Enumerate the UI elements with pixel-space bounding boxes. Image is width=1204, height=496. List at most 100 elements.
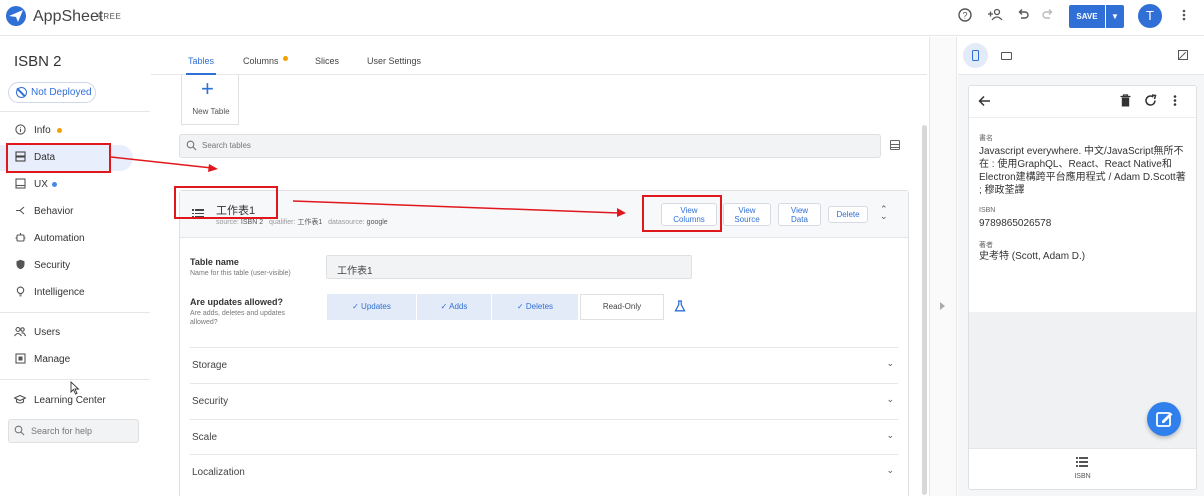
- manage-icon: [14, 353, 26, 365]
- sidebar-item-ux[interactable]: UX: [0, 172, 150, 198]
- divider: [0, 379, 150, 380]
- collapse-arrow-icon: [940, 302, 945, 310]
- scale-section[interactable]: Scale ⌄: [190, 419, 898, 454]
- sidebar-item-label: Intelligence: [34, 287, 85, 298]
- app-name: ISBN 2: [14, 53, 62, 70]
- info-icon: [14, 124, 26, 136]
- adds-toggle[interactable]: ✓ Adds: [417, 294, 491, 320]
- more-vertical-icon[interactable]: [1173, 94, 1177, 110]
- section-label: Security: [192, 396, 229, 407]
- annotation-box-data: [6, 143, 111, 173]
- view-source-button[interactable]: View Source: [723, 203, 771, 226]
- more-vertical-icon[interactable]: [1175, 8, 1193, 26]
- sidebar-item-behavior[interactable]: Behavior: [0, 199, 150, 225]
- divider: [0, 312, 150, 313]
- table-card: 工作表1 source: ISBN 2 qualifier: 工作表1 data…: [179, 190, 909, 496]
- section-label: Localization: [192, 467, 245, 478]
- expand-collapse-icon[interactable]: ⌃ ⌄: [880, 205, 888, 221]
- sidebar-item-label: Automation: [34, 233, 85, 244]
- trash-icon[interactable]: [1120, 94, 1131, 110]
- save-button[interactable]: SAVE: [1069, 5, 1105, 28]
- field-value-title: Javascript everywhere. 中文/JavaScript無所不在…: [979, 146, 1186, 196]
- security-section[interactable]: Security ⌄: [190, 383, 898, 418]
- sidebar-item-users[interactable]: Users: [0, 320, 150, 346]
- field-label-title: 書名: [979, 135, 993, 142]
- flask-icon[interactable]: [674, 300, 686, 312]
- table-card-header[interactable]: 工作表1 source: ISBN 2 qualifier: 工作表1 data…: [180, 191, 908, 238]
- deletes-toggle[interactable]: ✓ Deletes: [492, 294, 578, 320]
- save-dropdown-button[interactable]: ▼: [1106, 5, 1124, 28]
- bulb-icon: [14, 286, 26, 298]
- brand-name: AppSheet: [33, 8, 104, 25]
- help-icon[interactable]: ?: [956, 8, 974, 26]
- tab-slices[interactable]: Slices: [315, 56, 339, 66]
- view-data-button[interactable]: View Data: [778, 203, 821, 226]
- phone-bottom-nav: ISBN: [969, 448, 1196, 489]
- undo-icon[interactable]: [1014, 8, 1032, 26]
- deploy-status-chip[interactable]: Not Deployed: [8, 82, 96, 103]
- field-value-author: 史考特 (Scott, Adam D.): [979, 251, 1086, 262]
- sidebar-item-automation[interactable]: Automation: [0, 226, 150, 252]
- share-user-icon[interactable]: [986, 8, 1004, 26]
- sidebar-item-intelligence[interactable]: Intelligence: [0, 280, 150, 306]
- layout-toggle-icon[interactable]: [890, 140, 900, 150]
- shield-icon: [14, 259, 26, 271]
- nav-label-isbn[interactable]: ISBN: [969, 473, 1196, 480]
- tab-status-dot: [283, 56, 288, 61]
- phone-icon[interactable]: [972, 50, 979, 61]
- users-icon: [14, 326, 27, 338]
- chevron-down-icon: ⌄: [886, 465, 894, 475]
- new-table-label: New Table: [192, 107, 230, 116]
- sidebar-item-label: Learning Center: [34, 395, 106, 406]
- updates-toggle[interactable]: ✓ Updates: [327, 294, 416, 320]
- new-table-button[interactable]: + New Table: [181, 75, 239, 125]
- sidebar-item-manage[interactable]: Manage: [0, 347, 150, 373]
- refresh-icon[interactable]: [1144, 94, 1157, 110]
- read-only-toggle[interactable]: Read-Only: [580, 294, 664, 320]
- top-bar: AppSheet FREE ? SAVE ▼ T: [0, 0, 1204, 36]
- avatar[interactable]: T: [1138, 4, 1162, 28]
- table-name-field[interactable]: 工作表1: [326, 255, 692, 279]
- storage-section[interactable]: Storage ⌄: [190, 347, 898, 382]
- chevron-down-icon: ⌄: [886, 358, 894, 368]
- not-deployed-icon: [16, 87, 27, 98]
- redo-icon[interactable]: [1039, 8, 1057, 26]
- help-search-input[interactable]: Search for help: [8, 419, 139, 443]
- search-tables-input[interactable]: Search tables: [179, 134, 881, 158]
- sidebar-item-label: UX: [34, 179, 48, 190]
- tab-columns[interactable]: Columns: [243, 56, 279, 66]
- section-label: Scale: [192, 432, 218, 443]
- phone-app-bar: [969, 86, 1196, 118]
- edit-icon: [1156, 412, 1173, 427]
- sidebar-item-security[interactable]: Security: [0, 253, 150, 279]
- open-external-icon[interactable]: [1178, 50, 1188, 60]
- tab-tables[interactable]: Tables: [188, 56, 214, 66]
- plan-badge: FREE: [98, 12, 122, 21]
- back-arrow-icon[interactable]: [978, 94, 991, 110]
- tab-user-settings[interactable]: User Settings: [367, 56, 421, 66]
- edit-fab-button[interactable]: [1147, 402, 1181, 436]
- field-value-isbn: 9789865026578: [979, 218, 1052, 229]
- updates-allowed-label: Are updates allowed?: [190, 297, 284, 307]
- main-scrollbar[interactable]: [922, 125, 927, 495]
- field-label-author: 著者: [979, 242, 993, 249]
- phone-preview: 書名 Javascript everywhere. 中文/JavaScript無…: [968, 85, 1197, 490]
- graduation-cap-icon: [13, 394, 27, 406]
- preview-collapse-gutter[interactable]: [929, 37, 957, 496]
- annotation-box-view-columns: [642, 195, 722, 232]
- caret-down-icon: ▼: [1111, 12, 1119, 21]
- table-name-hint: Name for this table (user-visible): [190, 270, 291, 277]
- preview-toolbar: [958, 37, 1204, 75]
- sidebar-item-label: Users: [34, 327, 61, 338]
- table-name-label: Table name: [190, 257, 239, 267]
- delete-table-button[interactable]: Delete: [828, 206, 868, 223]
- list-view-icon[interactable]: [1076, 457, 1088, 467]
- status-dot: [57, 128, 62, 133]
- plus-icon: +: [201, 76, 214, 101]
- sidebar-item-label: Info: [34, 125, 51, 136]
- sidebar-item-info[interactable]: Info: [0, 118, 150, 144]
- automation-icon: [14, 232, 26, 244]
- section-label: Storage: [192, 360, 228, 371]
- localization-section[interactable]: Localization ⌄: [190, 454, 898, 489]
- tablet-icon[interactable]: [1001, 52, 1012, 60]
